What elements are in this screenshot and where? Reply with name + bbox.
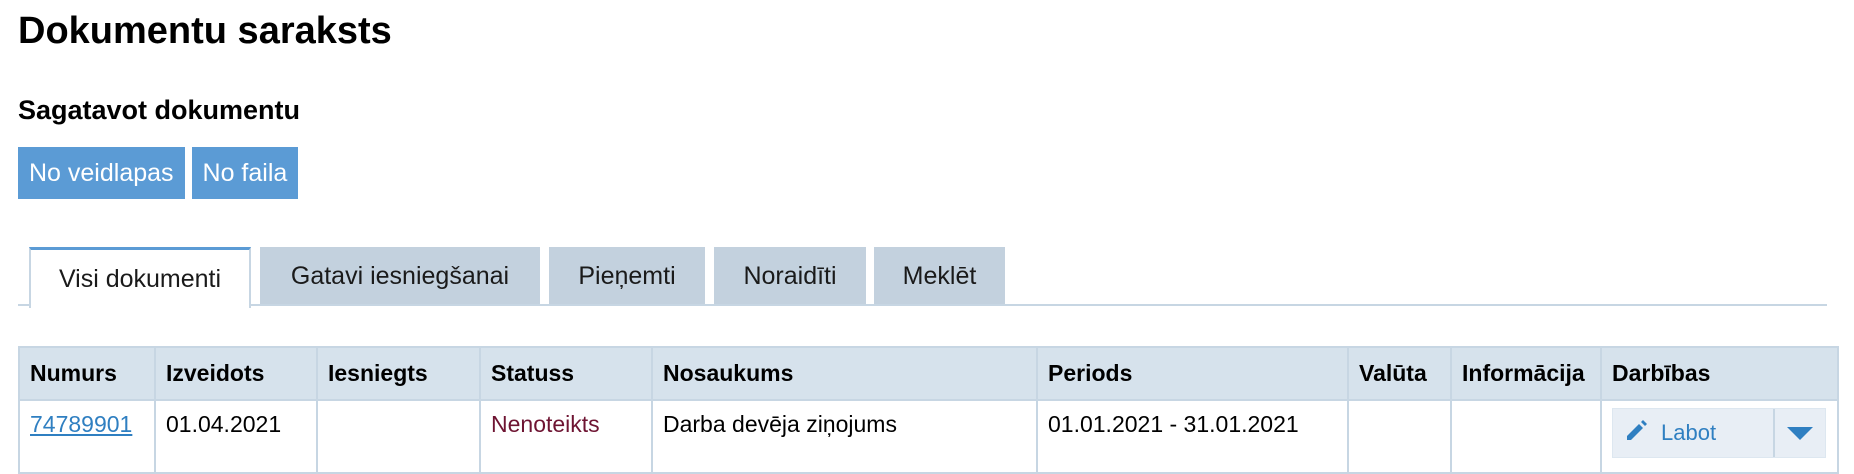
page-title: Dokumentu saraksts [18, 10, 392, 52]
column-header-name[interactable]: Nosaukums [651, 346, 1038, 401]
column-header-submitted[interactable]: Iesniegts [316, 346, 481, 401]
tab-search[interactable]: Meklēt [874, 247, 1005, 304]
tab-ready-to-submit[interactable]: Gatavi iesniegšanai [260, 247, 540, 304]
cell-period: 01.01.2021 - 31.01.2021 [1036, 400, 1349, 474]
edit-button[interactable]: Labot [1613, 409, 1773, 457]
cell-submitted [316, 400, 481, 474]
documents-table: Numurs Izveidots Iesniegts Statuss Nosau… [18, 346, 1839, 474]
prepare-button-group: No veidlapas No faila [18, 147, 299, 199]
cell-created: 01.04.2021 [154, 400, 318, 474]
cell-name: Darba devēja ziņojums [651, 400, 1038, 474]
table-header-row: Numurs Izveidots Iesniegts Statuss Nosau… [18, 346, 1839, 401]
column-header-period[interactable]: Periods [1036, 346, 1349, 401]
column-header-number[interactable]: Numurs [18, 346, 156, 401]
table-row: 74789901 01.04.2021 Nenoteikts Darba dev… [18, 400, 1839, 474]
status-text: Nenoteikts [491, 411, 600, 437]
document-tabs: Visi dokumenti Gatavi iesniegšanai Pieņe… [18, 247, 1827, 308]
column-header-status[interactable]: Statuss [479, 346, 653, 401]
tab-all-documents[interactable]: Visi dokumenti [29, 247, 251, 308]
edit-split-button: Labot [1612, 408, 1826, 458]
pencil-icon [1623, 416, 1651, 450]
actions-dropdown-toggle[interactable] [1773, 409, 1825, 457]
from-file-button[interactable]: No faila [191, 147, 299, 199]
cell-status: Nenoteikts [479, 400, 653, 474]
edit-button-label: Labot [1661, 420, 1717, 445]
cell-actions: Labot [1600, 400, 1839, 474]
tab-rejected[interactable]: Noraidīti [714, 247, 866, 304]
prepare-document-heading: Sagatavot dokumentu [18, 95, 301, 125]
cell-currency [1347, 400, 1452, 474]
document-number-link[interactable]: 74789901 [30, 411, 132, 437]
caret-down-icon [1787, 420, 1813, 447]
column-header-info[interactable]: Informācija [1450, 346, 1602, 401]
column-header-actions: Darbības [1600, 346, 1839, 401]
column-header-currency[interactable]: Valūta [1347, 346, 1452, 401]
cell-number: 74789901 [18, 400, 156, 474]
tab-accepted[interactable]: Pieņemti [549, 247, 705, 304]
column-header-created[interactable]: Izveidots [154, 346, 318, 401]
from-form-button[interactable]: No veidlapas [18, 147, 185, 199]
cell-info [1450, 400, 1602, 474]
